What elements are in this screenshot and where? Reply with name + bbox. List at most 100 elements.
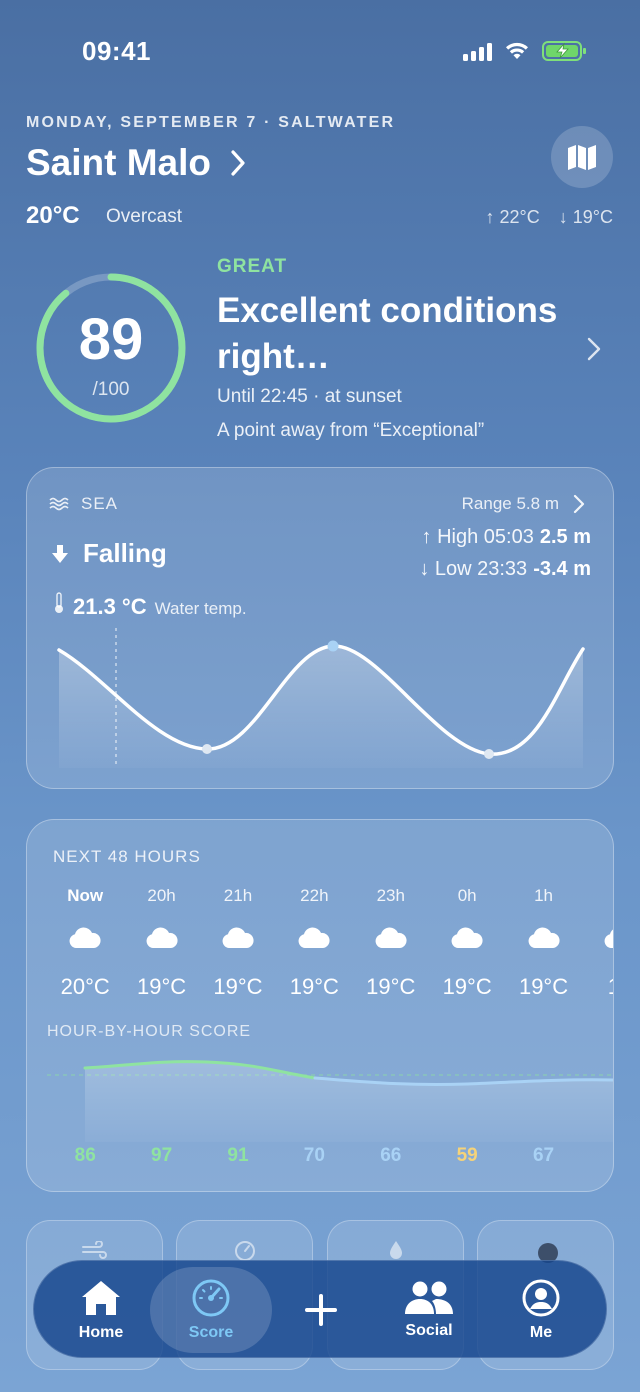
tide-high-value: 2.5 m — [539, 526, 591, 548]
chevron-right-icon — [573, 494, 585, 514]
hour-temp: 19°C — [289, 974, 339, 999]
location-selector[interactable]: Saint Malo — [26, 142, 247, 184]
tide-high-label: ↑ High 05:03 — [421, 526, 534, 548]
battery-charging-icon — [542, 41, 586, 61]
sea-card[interactable]: SEA Range 5.8 m Falling ↑ High 05:03 2.5 … — [26, 467, 614, 789]
map-button[interactable] — [551, 126, 613, 188]
forecast-title: NEXT 48 HOURS — [53, 847, 201, 866]
hour-label: 1h — [534, 886, 553, 905]
score-value: 89 — [78, 307, 144, 372]
chevron-right-icon[interactable] — [586, 336, 602, 362]
sea-label-text: SEA — [81, 494, 119, 513]
hour-label: Now — [67, 886, 104, 905]
cloud-icon — [604, 929, 613, 948]
range-text: Range 5.8 m — [461, 494, 559, 513]
hour-score: 59 — [456, 1145, 478, 1166]
score-headline[interactable]: Excellent conditions right… — [217, 288, 567, 380]
gauge-icon — [235, 1241, 255, 1261]
hour-temp: 19°C — [518, 974, 569, 999]
people-icon — [405, 1281, 453, 1314]
tab-me[interactable]: Me — [506, 1261, 576, 1359]
hour-item[interactable]: Now 20°C — [47, 886, 123, 1000]
hour-temp: 19°C — [366, 974, 416, 999]
map-icon — [568, 145, 596, 170]
forecast-card[interactable]: NEXT 48 HOURS Now 20°C 20h 19°C 21h 19°C… — [26, 819, 614, 1192]
hour-temp: 19°C — [213, 974, 263, 999]
current-temperature: 20°C — [26, 202, 80, 229]
hour-item[interactable]: 20h 19°C — [123, 886, 199, 1000]
hour-item[interactable]: 2 18 — [582, 886, 613, 1000]
hour-score: 6 — [582, 1145, 613, 1167]
cloud-icon — [69, 927, 101, 948]
cloud-icon — [451, 927, 483, 948]
tide-low: ↓ Low 23:33 -3.4 m — [419, 558, 591, 581]
hour-temp: 20°C — [60, 974, 110, 999]
hour-score: 70 — [303, 1145, 325, 1166]
sea-range[interactable]: Range 5.8 m — [462, 494, 585, 514]
score-note: A point away from “Exceptional” — [217, 420, 485, 441]
cloud-icon — [375, 927, 407, 948]
location-name: Saint Malo — [26, 142, 212, 183]
tab-home[interactable]: Home — [66, 1261, 136, 1359]
tide-chart — [57, 628, 585, 768]
hour-item[interactable]: 22h 19°C — [276, 886, 352, 1000]
hour-item[interactable]: 1h 19°C — [505, 886, 581, 1000]
plus-icon — [305, 1294, 337, 1326]
tab-score[interactable]: Score — [150, 1267, 272, 1353]
hour-label: 20h — [147, 886, 176, 905]
cloud-icon — [528, 927, 560, 948]
hour-temp: 19°C — [442, 974, 492, 999]
hour-label: 22h — [300, 886, 329, 905]
tide-low-point — [202, 744, 212, 754]
status-time: 09:41 — [82, 36, 151, 66]
tide-trend-text: Falling — [83, 538, 167, 568]
cloud-icon — [298, 927, 330, 948]
date-line: MONDAY, SEPTEMBER 7 · SALTWATER — [26, 114, 396, 131]
chevron-right-icon — [231, 150, 245, 176]
tab-add[interactable] — [296, 1261, 346, 1359]
tab-bar: Home Score Social Me — [33, 1260, 607, 1358]
tide-low-value: -3.4 m — [533, 558, 591, 580]
sea-label: SEA — [49, 494, 118, 514]
droplet-icon — [390, 1241, 402, 1259]
status-bar: 09:41 — [0, 0, 640, 100]
score-rating: GREAT — [217, 256, 288, 277]
cloud-icon — [146, 927, 178, 948]
tab-label: Social — [405, 1322, 453, 1339]
hour-item[interactable]: 23h 19°C — [353, 886, 429, 1000]
hour-score: 91 — [227, 1145, 249, 1166]
wind-icon — [82, 1241, 107, 1259]
high-temp: ↑ 22°C — [485, 207, 540, 227]
hour-label: 21h — [223, 886, 253, 905]
score-denominator: /100 — [92, 379, 130, 400]
hour-temp: 19°C — [137, 974, 187, 999]
signal-icon — [463, 41, 492, 61]
hour-label: 23h — [376, 886, 405, 905]
hour-label: 2 — [582, 886, 613, 910]
tide-high: ↑ High 05:03 2.5 m — [422, 526, 591, 549]
home-icon — [82, 1281, 120, 1315]
user-icon — [522, 1279, 560, 1317]
hourly-scores: 86 97 91 70 66 59 67 6 — [47, 1145, 613, 1167]
hour-score: 66 — [380, 1145, 402, 1166]
hour-score: 67 — [532, 1145, 555, 1166]
hourly-forecast[interactable]: Now 20°C 20h 19°C 21h 19°C 22h 19°C 23h … — [47, 886, 613, 1000]
hourly-score-chart — [47, 1060, 613, 1142]
tab-social[interactable]: Social — [394, 1261, 464, 1359]
tide-low-label: ↓ Low 23:33 — [419, 558, 528, 580]
gauge-icon — [192, 1279, 230, 1317]
tab-label: Home — [78, 1324, 124, 1341]
arrow-down-icon — [52, 544, 68, 563]
current-condition: Overcast — [106, 206, 183, 227]
status-icons — [463, 40, 588, 62]
hour-item[interactable]: 0h 19°C — [429, 886, 505, 1000]
score-area — [85, 1061, 613, 1142]
hourly-score-title: HOUR-BY-HOUR SCORE — [47, 1023, 252, 1040]
hour-label: 0h — [457, 886, 477, 905]
hour-temp: 18 — [582, 974, 613, 1000]
hour-score: 97 — [151, 1145, 173, 1166]
tide-high-point — [327, 640, 339, 652]
high-low: ↑ 22°C ↓ 19°C — [472, 207, 613, 228]
hour-score: 86 — [74, 1145, 96, 1166]
hour-item[interactable]: 21h 19°C — [200, 886, 276, 1000]
